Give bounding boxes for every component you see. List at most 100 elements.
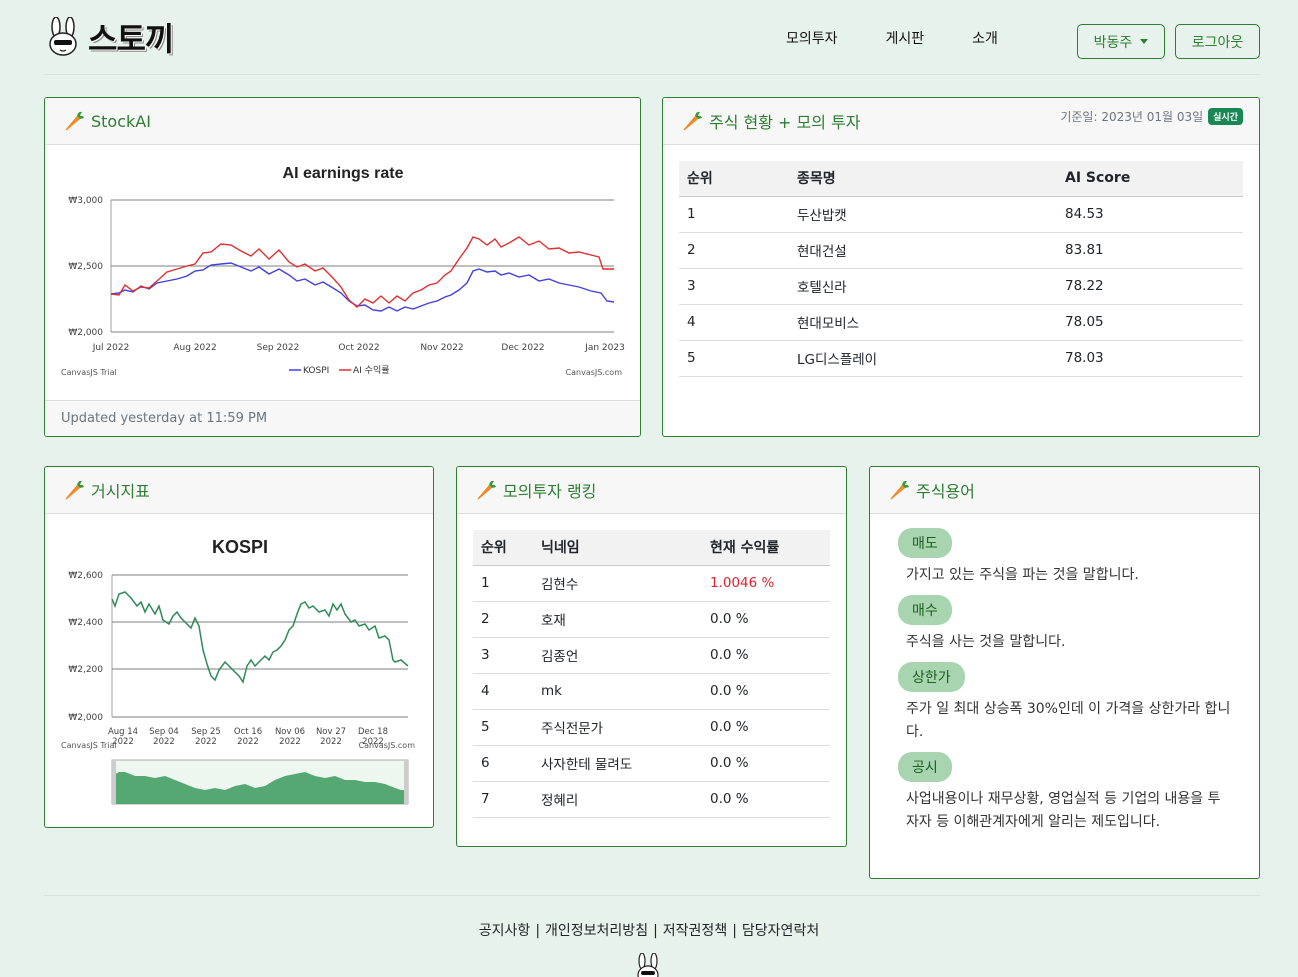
term-badge: 공시 — [898, 752, 952, 782]
x-tick: 2022 — [237, 737, 259, 747]
x-tick: Nov 06 — [275, 727, 305, 737]
y-tick: ₩2,500 — [68, 262, 103, 272]
navigator-handle-right — [404, 760, 408, 804]
chevron-down-icon — [1140, 39, 1149, 44]
ranking-table: 순위 닉네임 현재 수익률 1 김현수 1.0046 % 2 호재 0.0 % 3 김종언… — [473, 530, 830, 818]
term-badge: 상한가 — [898, 662, 965, 692]
ai-earnings-chart: AI earnings rate ₩3,000 ₩2,500 ₩2,000 Ju… — [61, 165, 625, 377]
footer-link-copyright[interactable]: 저작권정책 — [663, 923, 727, 939]
footer-link-contact[interactable]: 담당자연락처 — [742, 923, 819, 939]
col-rank: 순위 — [679, 161, 789, 197]
footer-divider — [44, 895, 1260, 896]
stock-status-card: 주식 현황 + 모의 투자 기준일: 2023년 01월 03일 실시간 순위 … — [662, 97, 1260, 437]
ai-earnings-line — [110, 236, 614, 308]
table-row[interactable]: 4 현대모비스 78.05 — [679, 304, 1243, 341]
table-row[interactable]: 2 현대건설 83.81 — [679, 232, 1243, 269]
ranking-title: 모의투자 랭킹 — [503, 482, 597, 501]
x-tick: Sep 25 — [191, 727, 221, 737]
ranking-card: 모의투자 랭킹 순위 닉네임 현재 수익률 1 김현수 1.0046 % 2 호재 0.… — [456, 466, 847, 847]
x-tick: Aug 14 — [108, 727, 138, 737]
x-tick: 2022 — [153, 737, 175, 747]
nav-about[interactable]: 소개 — [972, 28, 998, 48]
bunny-logo-icon — [49, 17, 77, 56]
navbar: 스토끼 모의투자 게시판 소개 박동주 로그아웃 — [44, 0, 1260, 75]
y-tick: ₩2,200 — [68, 665, 103, 675]
col-nickname: 닉네임 — [533, 530, 702, 566]
macro-card: 거시지표 KOSPI ₩2,600 ₩2,400 ₩2,200 ₩2,000 A… — [44, 466, 434, 828]
kospi-line — [111, 591, 409, 684]
y-tick: ₩2,600 — [68, 571, 103, 581]
kospi-line — [110, 262, 615, 312]
term-item: 매수 주식을 사는 것을 말합니다. — [898, 595, 1239, 654]
range-navigator[interactable] — [111, 759, 409, 805]
terms-title: 주식용어 — [916, 482, 975, 501]
logout-button[interactable]: 로그아웃 — [1175, 24, 1260, 59]
table-row[interactable]: 6 사자한테 물려도 0.0 % — [473, 745, 830, 782]
table-row[interactable]: 5 주식전문가 0.0 % — [473, 709, 830, 746]
kospi-chart: KOSPI ₩2,600 ₩2,400 ₩2,200 ₩2,000 Aug 14… — [61, 537, 416, 805]
x-tick: Nov 27 — [316, 727, 346, 737]
term-item: 공시 사업내용이나 재무상황, 영업실적 등 기업의 내용을 투자자 등 이해관… — [898, 752, 1239, 834]
basis-date: 기준일: 2023년 01월 03일 — [1060, 110, 1204, 124]
table-row[interactable]: 1 김현수 1.0046 % — [473, 565, 830, 602]
y-tick: ₩2,000 — [68, 328, 103, 338]
stock-table: 순위 종목명 AI Score 1 두산밥캣 84.53 2 현대건설 83.81 3호… — [679, 161, 1243, 377]
stockai-card: StockAI AI earnings rate ₩3,000 ₩2,500 ₩… — [44, 97, 641, 437]
term-description: 사업내용이나 재무상황, 영업실적 등 기업의 내용을 투자자 등 이해관계자에… — [906, 791, 1221, 830]
y-tick: ₩3,000 — [68, 196, 103, 206]
footer-links: 공지사항 | 개인정보처리방침 | 저작권정책 | 담당자연락처 — [478, 923, 820, 939]
legend-ai: AI 수익률 — [353, 364, 390, 376]
bunny-logo-icon — [637, 953, 659, 977]
col-return: 현재 수익률 — [702, 530, 830, 566]
table-row[interactable]: 7 정혜리 0.0 % — [473, 781, 830, 818]
col-stock-name: 종목명 — [789, 161, 1057, 197]
x-tick: Oct 16 — [234, 727, 262, 737]
term-item: 매도 가지고 있는 주식을 파는 것을 말합니다. — [898, 528, 1239, 587]
carrot-icon — [477, 480, 496, 500]
live-badge: 실시간 — [1208, 108, 1243, 125]
terms-card: 주식용어 매도 가지고 있는 주식을 파는 것을 말합니다. 매수 주식을 사는… — [869, 466, 1260, 879]
x-tick: Jan 2023 — [584, 343, 625, 353]
x-tick: 2022 — [320, 737, 342, 747]
nav-board[interactable]: 게시판 — [886, 28, 925, 48]
table-row[interactable]: 1 두산밥캣 84.53 — [679, 196, 1243, 233]
table-row[interactable]: 3 호텔신라 78.22 — [679, 268, 1243, 305]
x-tick: Dec 2022 — [501, 343, 544, 353]
term-description: 주가 일 최대 상승폭 30%인데 이 가격을 상한가라 합니다. — [906, 701, 1231, 740]
brand-logo[interactable]: 스토끼 — [46, 14, 174, 60]
carrot-icon — [65, 111, 84, 131]
y-tick: ₩2,000 — [68, 713, 103, 723]
x-tick: Sep 04 — [149, 727, 179, 737]
brand-name: 스토끼 — [88, 20, 174, 58]
navigator-handle-left — [112, 760, 116, 804]
x-tick: 2022 — [279, 737, 301, 747]
term-description: 주식을 사는 것을 말합니다. — [906, 634, 1066, 650]
carrot-icon — [890, 480, 909, 500]
x-tick: Nov 2022 — [420, 343, 463, 353]
x-tick: Aug 2022 — [173, 343, 216, 353]
footer-link-privacy[interactable]: 개인정보처리방침 — [545, 923, 648, 939]
stockai-updated: Updated yesterday at 11:59 PM — [45, 400, 640, 436]
macro-title: 거시지표 — [91, 482, 150, 501]
chart-credit-right: CanvasJS.com — [359, 741, 416, 750]
chart-credit-right: CanvasJS.com — [566, 368, 623, 377]
term-badge: 매수 — [898, 595, 952, 625]
user-menu-button[interactable]: 박동주 — [1077, 24, 1165, 59]
x-tick: 2022 — [195, 737, 217, 747]
carrot-icon — [65, 480, 84, 500]
table-row[interactable]: 4 mk 0.0 % — [473, 673, 830, 710]
table-row[interactable]: 3 김종언 0.0 % — [473, 637, 830, 674]
stock-status-title: 주식 현황 + 모의 투자 — [709, 113, 861, 132]
table-row[interactable]: 5 LG디스플레이 78.03 — [679, 340, 1243, 377]
chart-title: KOSPI — [212, 537, 268, 557]
table-row[interactable]: 2 호재 0.0 % — [473, 601, 830, 638]
footer-link-notice[interactable]: 공지사항 — [479, 923, 531, 939]
col-ai-score: AI Score — [1057, 161, 1243, 197]
chart-title: AI earnings rate — [283, 165, 404, 182]
carrot-icon — [683, 111, 702, 131]
term-description: 가지고 있는 주식을 파는 것을 말합니다. — [906, 567, 1139, 583]
chart-credit-left: CanvasJS Trial — [61, 368, 117, 377]
x-tick: Dec 18 — [358, 727, 388, 737]
x-tick: Jul 2022 — [92, 343, 130, 353]
nav-mock-invest[interactable]: 모의투자 — [786, 28, 838, 48]
